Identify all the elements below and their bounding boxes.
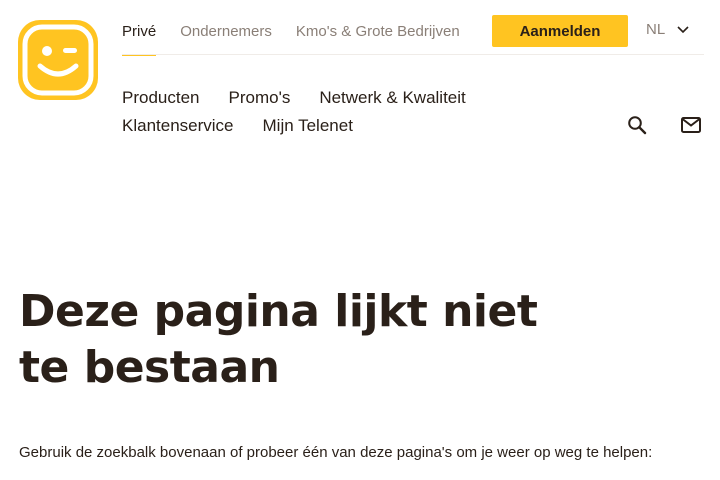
nav-klantenservice[interactable]: Klantenservice (122, 116, 234, 136)
page-title: Deze pagina lijkt niet te bestaan (19, 284, 539, 396)
page-intro-text: Gebruik de zoekbalk bovenaan of probeer … (19, 444, 653, 461)
mail-button[interactable] (680, 114, 702, 136)
page-title-line-2: te bestaan (19, 342, 280, 393)
telenet-logo-icon[interactable] (18, 20, 98, 100)
mail-icon (681, 117, 701, 133)
search-icon (628, 116, 647, 135)
nav-promos[interactable]: Promo's (229, 88, 291, 108)
nav-netwerk-kwaliteit[interactable]: Netwerk & Kwaliteit (319, 88, 465, 108)
tab-ondernemers[interactable]: Ondernemers (180, 14, 272, 56)
segment-nav: Privé Ondernemers Kmo's & Grote Bedrijve… (122, 14, 484, 56)
language-label: NL (646, 21, 666, 38)
segment-divider (122, 54, 704, 55)
language-select[interactable]: NL (646, 21, 689, 38)
login-button[interactable]: Aanmelden (492, 15, 628, 47)
main-nav: Producten Promo's Netwerk & Kwaliteit Kl… (122, 84, 602, 140)
search-button[interactable] (626, 114, 648, 136)
tab-prive[interactable]: Privé (122, 14, 157, 56)
tab-kmo-grote-bedrijven[interactable]: Kmo's & Grote Bedrijven (296, 14, 460, 56)
page-title-line-1: Deze pagina lijkt niet (19, 286, 538, 337)
chevron-down-icon (677, 25, 689, 33)
nav-producten[interactable]: Producten (122, 88, 200, 108)
nav-mijn-telenet[interactable]: Mijn Telenet (263, 116, 353, 136)
